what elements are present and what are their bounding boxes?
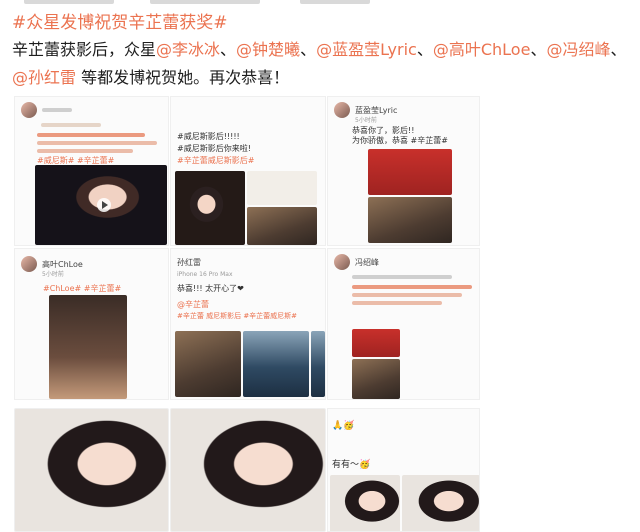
separator: 、 [610,40,627,59]
post-body-line1: 辛芷蕾获影后，众星@李冰冰、@钟楚曦、@蓝盈莹Lyric、@高叶ChLoe、@冯… [12,36,626,60]
avatar [334,102,350,118]
photo-3[interactable] [311,331,325,397]
card-time: 5小时前 [42,271,64,278]
selfie-2[interactable] [402,475,479,531]
card-header: 孙红雷 [177,257,201,268]
card-time: 5小时前 [355,117,377,124]
grid-image-8[interactable] [170,408,326,532]
username-placeholder [42,108,72,112]
photo-2[interactable] [243,331,309,397]
mention-feng-shaofeng[interactable]: @冯绍峰 [546,40,610,59]
card-text-2: #威尼斯影后你来啦! [177,144,251,153]
video-thumbnail[interactable] [35,165,167,245]
card-username[interactable]: 冯绍峰 [355,257,379,268]
selfie-1[interactable] [330,475,400,531]
mention-li-bingbing[interactable]: @李冰冰 [156,40,220,59]
mention-zhong-chuxi[interactable]: @钟楚曦 [236,40,300,59]
award-photo[interactable] [49,295,127,399]
grid-image-6[interactable]: 冯绍峰 [327,248,480,400]
avatar [334,254,350,270]
card-mention[interactable]: @辛芷蕾 [177,299,209,310]
separator: 、 [530,40,547,59]
card-text: #ChLoe# #辛芷蕾# [43,284,122,293]
card-text-2: 为你骄傲，恭喜 #辛芷蕾# [352,136,448,145]
avatar [21,256,37,272]
photo-1[interactable] [175,171,245,245]
grid-image-3[interactable]: 蓝盈莹Lyric 5小时前 恭喜你了，影后!! 为你骄傲，恭喜 #辛芷蕾# [327,96,480,246]
separator: 、 [300,40,317,59]
grid-image-5[interactable]: 孙红雷 iPhone 16 Pro Max 恭喜!!! 太开心了❤ @辛芷蕾 #… [170,248,326,400]
previous-post-clip [0,0,640,6]
separator: 、 [220,40,237,59]
poster-still[interactable] [352,359,400,399]
avatar [21,102,37,118]
poster-image[interactable] [368,149,452,195]
side-text: 有有～🥳 [332,460,371,470]
grid-image-9[interactable]: 🙏🥳 有有～🥳 [327,408,480,532]
grid-image-1[interactable]: #威尼斯# #辛芷蕾# [14,96,169,246]
card-username[interactable]: 蓝盈莹Lyric [355,105,397,116]
photo-3[interactable] [247,207,317,245]
card-username[interactable]: 高叶ChLoe [42,259,83,270]
post-hashtag[interactable]: #众星发博祝贺辛芷蕾获奖# [12,8,228,33]
photo-2[interactable] [247,171,317,205]
grid-image-2[interactable]: #威尼斯影后!!!!! #威尼斯影后你来啦! #辛芷蕾威尼斯影后# [170,96,326,246]
card-header: 冯绍峰 [334,254,379,270]
grid-image-7[interactable] [14,408,169,532]
mention-lan-yingying[interactable]: @蓝盈莹Lyric [316,40,417,59]
card-source: iPhone 16 Pro Max [177,271,233,278]
side-emoji-1: 🙏🥳 [332,421,355,431]
post-body-suffix: 等都发博祝贺她。再次恭喜！ [76,68,290,87]
card-text-1: 恭喜!!! 太开心了❤ [177,284,244,293]
grid-image-4[interactable]: 高叶ChLoe 5小时前 #ChLoe# #辛芷蕾# [14,248,169,400]
card-username[interactable]: 孙红雷 [177,257,201,268]
play-icon[interactable] [97,198,111,212]
card-text-3: #辛芷蕾威尼斯影后# [177,156,255,165]
post-body-prefix: 辛芷蕾获影后，众星 [12,40,157,59]
photo-1[interactable] [175,331,241,397]
image-grid: #威尼斯# #辛芷蕾# #威尼斯影后!!!!! #威尼斯影后你来啦! #辛芷蕾威… [14,96,480,532]
card-text-1: #威尼斯影后!!!!! [177,132,240,141]
separator: 、 [416,40,433,59]
post-body-line2: @孙红雷 等都发博祝贺她。再次恭喜！ [12,64,289,88]
mention-sun-honglei[interactable]: @孙红雷 [12,68,76,87]
poster-image[interactable] [352,329,400,357]
card-tags[interactable]: #辛芷蕾 威尼斯影后 #辛芷蕾威尼斯# [177,311,297,321]
mention-gao-ye[interactable]: @高叶ChLoe [433,40,531,59]
card-header [21,102,72,118]
poster-still[interactable] [368,197,452,243]
